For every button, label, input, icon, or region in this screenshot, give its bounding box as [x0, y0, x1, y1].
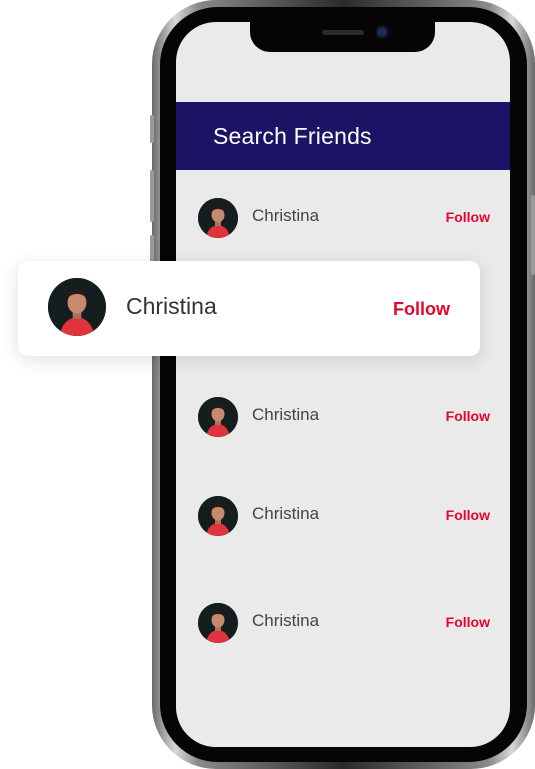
- friend-name: Christina: [252, 405, 320, 424]
- card-friend-name: Christina: [126, 293, 217, 319]
- avatar[interactable]: [198, 496, 238, 536]
- friend-row[interactable]: Christina Follow: [176, 198, 510, 258]
- friend-name: Christina: [252, 504, 320, 523]
- phone-screen: Search Friends Christina Follow Christin…: [176, 22, 510, 747]
- avatar[interactable]: [198, 397, 238, 437]
- follow-button[interactable]: Follow: [446, 408, 490, 424]
- app-header: Search Friends: [176, 102, 510, 170]
- profile-photo-icon: [198, 198, 238, 238]
- friend-row[interactable]: Christina Follow: [176, 603, 510, 663]
- avatar[interactable]: [198, 198, 238, 238]
- friend-row[interactable]: Christina Follow: [176, 496, 510, 556]
- friend-name: Christina: [252, 611, 320, 630]
- page-title: Search Friends: [213, 123, 372, 149]
- front-camera: [377, 27, 387, 37]
- profile-photo-icon: [48, 278, 106, 336]
- power-button: [531, 195, 535, 275]
- avatar[interactable]: [48, 278, 106, 336]
- profile-photo-icon: [198, 603, 238, 643]
- mute-switch: [150, 115, 154, 143]
- follow-button[interactable]: Follow: [446, 209, 490, 225]
- friend-card[interactable]: Christina Follow: [18, 261, 480, 356]
- follow-button[interactable]: Follow: [446, 507, 490, 523]
- profile-photo-icon: [198, 397, 238, 437]
- follow-button[interactable]: Follow: [446, 614, 490, 630]
- friend-name: Christina: [252, 206, 320, 225]
- phone-notch: [250, 22, 435, 52]
- friend-row[interactable]: Christina Follow: [176, 397, 510, 457]
- card-follow-button[interactable]: Follow: [393, 299, 450, 320]
- avatar[interactable]: [198, 603, 238, 643]
- speaker-grille: [322, 30, 364, 35]
- profile-photo-icon: [198, 496, 238, 536]
- volume-up-button: [150, 170, 154, 222]
